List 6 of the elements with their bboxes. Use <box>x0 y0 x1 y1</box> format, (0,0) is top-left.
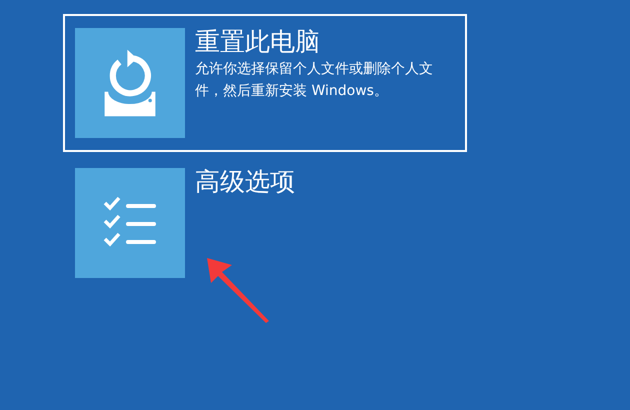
annotation-arrow <box>207 258 269 323</box>
option-title: 重置此电脑 <box>195 28 321 56</box>
option-tile[interactable]: 高级选项 <box>63 154 467 292</box>
option-description: 允许你选择保留个人文件或删除个人文件，然后重新安装 Windows。 <box>195 60 434 101</box>
option-tile[interactable]: 重置此电脑 允许你选择保留个人文件或删除个人文件，然后重新安装 Windows。 <box>63 14 467 152</box>
option-title: 高级选项 <box>195 168 295 196</box>
